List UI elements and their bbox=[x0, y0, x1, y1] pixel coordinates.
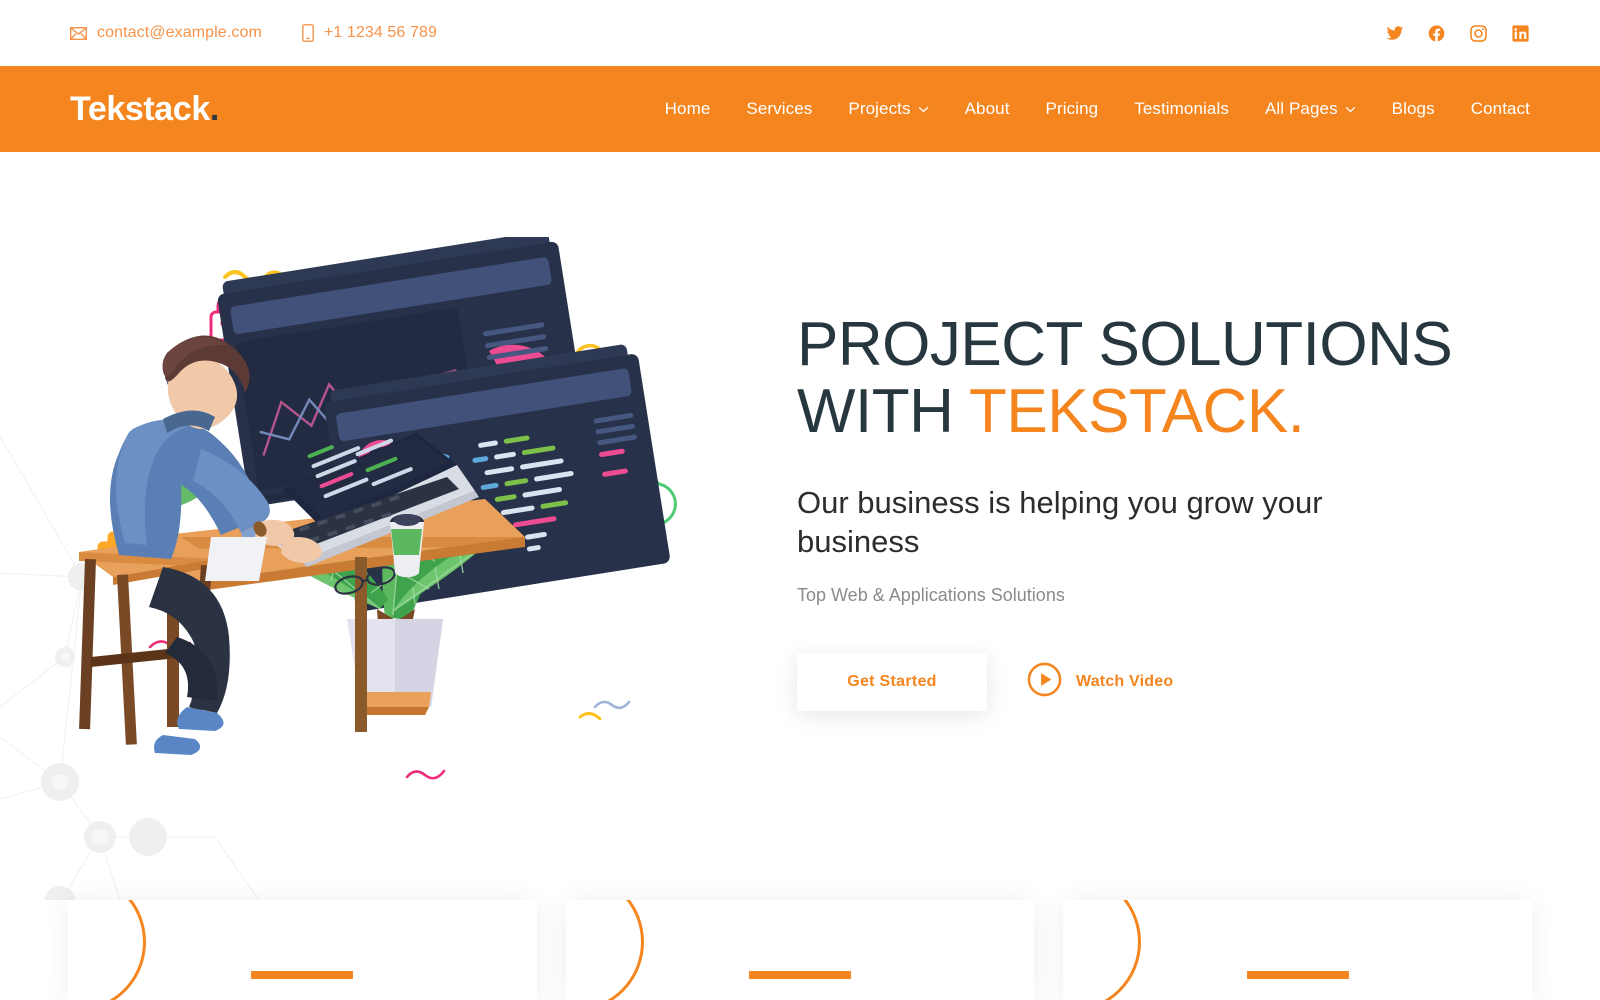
chevron-down-icon bbox=[1345, 106, 1356, 113]
nav-links-group: Home Services Projects About Pricing Tes… bbox=[665, 99, 1530, 119]
email-contact-link[interactable]: contact@example.com bbox=[70, 24, 262, 42]
chevron-down-icon bbox=[918, 106, 929, 113]
nav-item-contact[interactable]: Contact bbox=[1471, 99, 1530, 119]
nav-label: About bbox=[964, 99, 1010, 118]
nav-label: All Pages bbox=[1264, 99, 1338, 118]
facebook-icon[interactable] bbox=[1426, 23, 1446, 43]
hero-title-line-2-prefix: WITH bbox=[797, 376, 969, 446]
hero-illustration bbox=[79, 237, 677, 780]
coffee-cup bbox=[390, 514, 424, 578]
phone-contact-link[interactable]: +1 1234 56 789 bbox=[301, 24, 437, 42]
top-contact-bar: contact@example.com +1 1234 56 789 bbox=[0, 0, 1600, 66]
hero-subtitle: Our business is helping you grow your bu… bbox=[797, 484, 1323, 559]
nav-label: Pricing bbox=[1045, 99, 1099, 118]
feature-card[interactable] bbox=[1063, 900, 1533, 1000]
phone-number-text: +1 1234 56 789 bbox=[323, 24, 437, 41]
card-accent-bar bbox=[1246, 971, 1349, 979]
card-accent-bar bbox=[251, 971, 354, 979]
watch-video-button[interactable]: Watch Video bbox=[1027, 662, 1173, 702]
hero-action-group: Get Started Watch Video bbox=[797, 653, 1497, 712]
logo-dot: . bbox=[209, 89, 219, 128]
envelope-icon bbox=[70, 26, 87, 40]
email-address-text: contact@example.com bbox=[97, 24, 262, 41]
linkedin-icon[interactable] bbox=[1510, 23, 1530, 43]
feature-card[interactable] bbox=[68, 900, 537, 1000]
instagram-icon[interactable] bbox=[1468, 23, 1488, 43]
nav-label: Home bbox=[664, 99, 711, 118]
nav-label: Testimonials bbox=[1134, 99, 1229, 118]
contact-info-group: contact@example.com +1 1234 56 789 bbox=[70, 24, 437, 42]
hero-title-brand-highlight: TEKSTACK. bbox=[969, 376, 1305, 446]
logo-text: Tekstack bbox=[70, 89, 210, 128]
mobile-phone-icon bbox=[301, 24, 314, 42]
nav-item-blogs[interactable]: Blogs bbox=[1392, 99, 1435, 119]
nav-label: Blogs bbox=[1391, 99, 1435, 118]
twitter-icon[interactable] bbox=[1384, 23, 1404, 43]
nav-item-about[interactable]: About bbox=[965, 99, 1010, 119]
nav-item-projects[interactable]: Projects bbox=[848, 99, 928, 119]
nav-item-pricing[interactable]: Pricing bbox=[1046, 99, 1099, 119]
hero-copy-block: PROJECT SOLUTIONS WITH TEKSTACK. Our bus… bbox=[797, 310, 1497, 712]
nav-label: Contact bbox=[1470, 99, 1530, 118]
nav-item-all-pages[interactable]: All Pages bbox=[1265, 99, 1356, 119]
circle-outline-decoration bbox=[565, 900, 644, 1000]
nav-label: Services bbox=[746, 99, 813, 118]
circle-outline-decoration bbox=[1063, 900, 1142, 1000]
nav-label: Projects bbox=[848, 99, 911, 118]
circle-outline-decoration bbox=[68, 900, 146, 1000]
nav-item-testimonials[interactable]: Testimonials bbox=[1134, 99, 1229, 119]
feature-card[interactable] bbox=[565, 900, 1035, 1000]
get-started-button[interactable]: Get Started bbox=[797, 653, 987, 712]
play-circle-icon bbox=[1027, 662, 1062, 702]
main-navigation-bar: Tekstack. Home Services Projects About P… bbox=[0, 66, 1600, 152]
nav-item-services[interactable]: Services bbox=[746, 99, 812, 119]
hero-tagline: Top Web & Applications Solutions bbox=[797, 585, 1065, 606]
hero-section: PROJECT SOLUTIONS WITH TEKSTACK. Our bus… bbox=[0, 152, 1600, 900]
hero-title-line-1: PROJECT SOLUTIONS bbox=[797, 310, 1453, 379]
watch-video-label: Watch Video bbox=[1076, 673, 1174, 691]
card-accent-bar bbox=[749, 971, 851, 979]
feature-cards-strip bbox=[0, 900, 1600, 1000]
page-title: PROJECT SOLUTIONS WITH TEKSTACK. bbox=[797, 310, 1497, 446]
nav-item-home[interactable]: Home bbox=[665, 99, 711, 119]
social-links-group bbox=[1384, 23, 1530, 43]
site-logo[interactable]: Tekstack. bbox=[70, 90, 219, 129]
